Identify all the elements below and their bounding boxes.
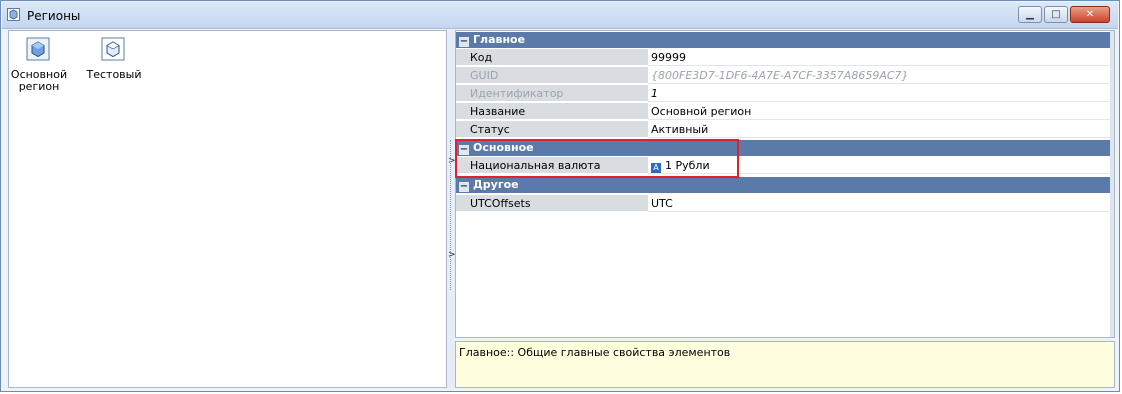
property-key: Код: [456, 49, 648, 66]
property-key: UTCOffsets: [456, 195, 648, 212]
property-value: {800FE3D7-1DF6-4A7E-A7CF-3357A8659AC7}: [648, 67, 1114, 84]
property-row[interactable]: UTCOffsets UTC: [456, 195, 1114, 213]
collapse-icon[interactable]: −: [459, 37, 469, 47]
regions-window: Регионы ▁ □ ✕ Основной регион Тестовый >…: [0, 0, 1120, 392]
region-item-test[interactable]: Тестовый: [84, 37, 144, 81]
region-label: Основной регион: [10, 68, 68, 93]
property-value: 1: [648, 85, 1114, 102]
property-row[interactable]: Код 99999: [456, 49, 1114, 67]
cube-icon: [101, 37, 125, 61]
property-row[interactable]: GUID {800FE3D7-1DF6-4A7E-A7CF-3357A8659A…: [456, 67, 1114, 85]
regions-list[interactable]: Основной регион Тестовый: [8, 30, 447, 388]
property-value-currency[interactable]: A 1 Рубли: [648, 157, 1114, 174]
property-key: Идентификатор: [456, 85, 648, 102]
property-value[interactable]: Активный: [648, 121, 1114, 138]
property-row[interactable]: Статус Активный: [456, 121, 1114, 139]
section-title: Основное: [473, 141, 534, 154]
region-icon: [7, 8, 20, 21]
property-row[interactable]: Название Основной регион: [456, 103, 1114, 121]
window-title: Регионы: [27, 9, 81, 23]
section-header-main[interactable]: − Главное: [456, 32, 1114, 48]
property-key: GUID: [456, 67, 648, 84]
maximize-icon: □: [1051, 9, 1061, 20]
close-button[interactable]: ✕: [1070, 6, 1110, 23]
title-bar[interactable]: Регионы ▁ □ ✕: [2, 2, 1118, 29]
property-value[interactable]: Основной регион: [648, 103, 1114, 120]
cube-icon: [26, 37, 50, 61]
vertical-scrollbar[interactable]: [1110, 31, 1114, 337]
section-header-other[interactable]: − Другое: [456, 177, 1114, 193]
section-title: Главное: [473, 33, 526, 46]
close-icon: ✕: [1085, 9, 1095, 20]
window-controls: ▁ □ ✕: [1018, 6, 1110, 23]
description-text: Главное:: Общие главные свойства элемент…: [459, 346, 731, 359]
property-value[interactable]: 99999: [648, 49, 1114, 66]
collapse-icon[interactable]: −: [459, 182, 469, 192]
property-key: Название: [456, 103, 648, 120]
minimize-icon: ▁: [1026, 9, 1034, 20]
property-row[interactable]: Идентификатор 1: [456, 85, 1114, 103]
pane-splitter[interactable]: > >: [447, 30, 456, 388]
property-row[interactable]: Национальная валюта A 1 Рубли: [456, 157, 1114, 175]
region-item-main[interactable]: Основной регион: [9, 37, 69, 93]
splitter-grip: [450, 140, 452, 290]
property-key: Статус: [456, 121, 648, 138]
collapse-icon[interactable]: −: [459, 145, 469, 155]
minimize-button[interactable]: ▁: [1018, 6, 1042, 23]
property-value[interactable]: UTC: [648, 195, 1114, 212]
maximize-button[interactable]: □: [1044, 6, 1068, 23]
region-label: Тестовый: [86, 68, 142, 81]
description-panel: Главное:: Общие главные свойства элемент…: [455, 341, 1115, 388]
section-title: Другое: [473, 178, 519, 191]
property-key: Национальная валюта: [456, 157, 648, 174]
currency-value: 1 Рубли: [665, 159, 710, 172]
letter-a-icon: A: [651, 163, 661, 173]
section-header-basic[interactable]: − Основное: [456, 140, 1114, 156]
property-grid[interactable]: − Главное Код 99999 GUID {800FE3D7-1DF6-4…: [455, 30, 1115, 338]
